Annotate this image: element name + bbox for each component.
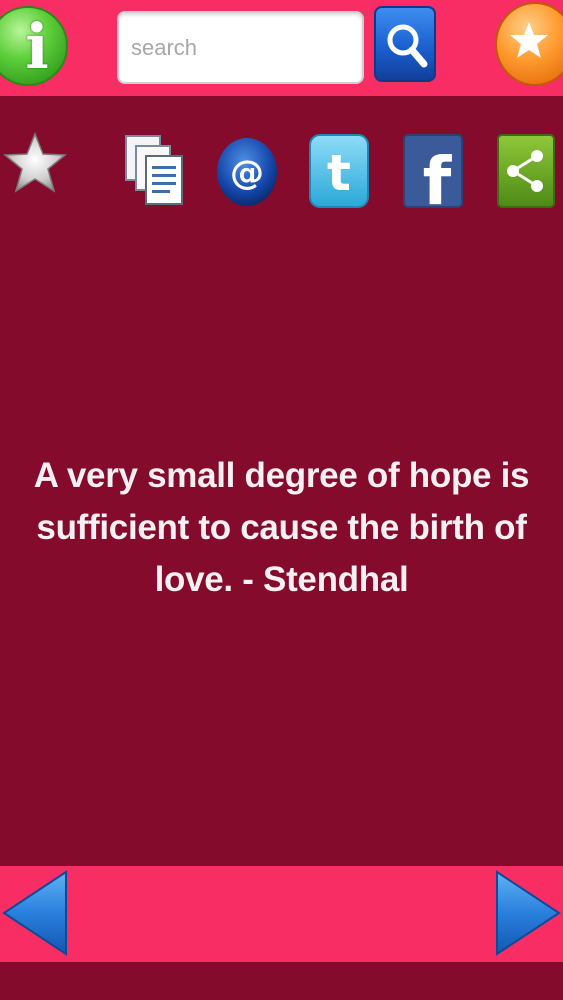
search-button[interactable] (374, 6, 436, 82)
share-icon (497, 134, 555, 208)
twitter-icon: t (309, 134, 369, 208)
info-button[interactable]: i (0, 4, 68, 88)
search-input[interactable] (117, 11, 364, 84)
previous-quote-button[interactable] (0, 870, 70, 956)
favorites-button[interactable] (495, 2, 563, 88)
quote-text: A very small degree of hope is sufficien… (33, 456, 530, 599)
share-bar: @ t f (0, 128, 563, 220)
svg-text:@: @ (230, 153, 264, 193)
arrow-right-icon (496, 870, 561, 956)
favorite-star-icon (3, 131, 67, 193)
top-bar: i (0, 0, 563, 96)
copy-icon (125, 135, 183, 205)
add-favorite-button[interactable] (2, 131, 68, 199)
svg-text:t: t (327, 144, 351, 202)
facebook-button[interactable]: f (403, 134, 463, 220)
bottom-strip (0, 962, 563, 1000)
svg-text:f: f (423, 143, 453, 208)
share-button[interactable] (497, 134, 555, 213)
star-icon (510, 22, 548, 58)
info-glyph: i (25, 10, 49, 83)
copy-button[interactable] (124, 134, 186, 213)
arrow-left-icon (2, 870, 67, 956)
twitter-button[interactable]: t (309, 134, 369, 213)
facebook-icon: f (403, 134, 463, 220)
next-quote-button[interactable] (493, 870, 563, 956)
app-screen: i search @ t f A very small degree of ho… (0, 0, 563, 1000)
email-icon: @ (217, 138, 277, 206)
bottom-bar (0, 866, 563, 962)
email-button[interactable]: @ (215, 132, 279, 213)
magnifier-icon (387, 24, 428, 68)
